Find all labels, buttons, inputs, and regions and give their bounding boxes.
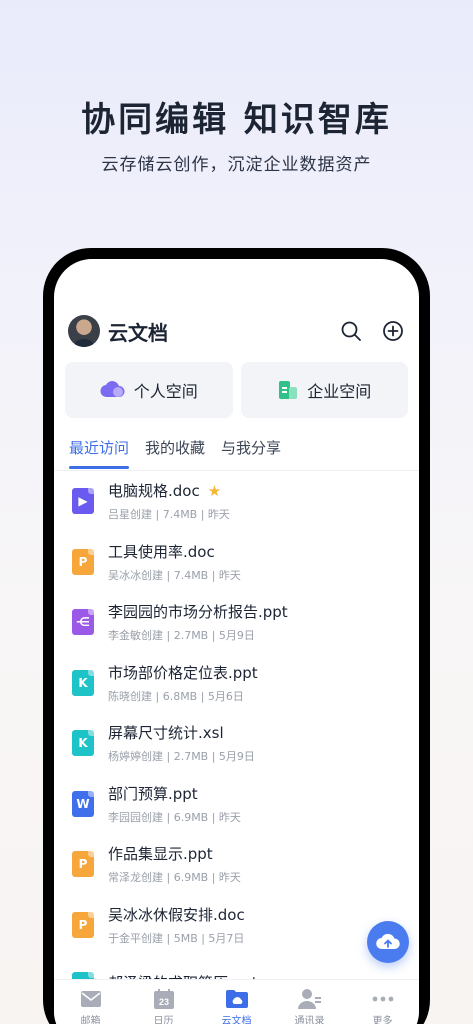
personal-space-button[interactable]: 个人空间 [65, 362, 233, 418]
nav-calendar[interactable]: 23 日历 [127, 980, 200, 1024]
file-name: 电脑规格.doc [108, 482, 200, 501]
calendar-icon: 23 [153, 988, 175, 1010]
list-item[interactable]: ▶ 电脑规格.doc ★ 吕星创建 | 7.4MB | 昨天 [54, 471, 419, 532]
building-icon [277, 379, 299, 401]
list-item[interactable]: ⋲ 李园园的市场分析报告.ppt 李金敏创建 | 2.7MB | 5月9日 [54, 592, 419, 653]
video-file-icon: ▶ [72, 488, 94, 515]
tab-recent[interactable]: 最近访问 [69, 437, 130, 469]
app-header: 云文档 [68, 315, 405, 347]
nav-mail[interactable]: 邮箱 [54, 980, 127, 1024]
list-item[interactable]: P 工具使用率.doc 吴冰冰创建 | 7.4MB | 昨天 [54, 532, 419, 593]
keynote-file-icon: K [72, 669, 94, 696]
file-meta: 吴冰冰创建 | 7.4MB | 昨天 [108, 568, 241, 582]
folder-cloud-icon [225, 988, 249, 1010]
ppt-file-icon: P [72, 851, 94, 878]
personal-space-label: 个人空间 [133, 382, 198, 401]
star-icon: ★ [207, 481, 222, 500]
mail-icon [80, 988, 102, 1010]
enterprise-space-label: 企业空间 [307, 382, 372, 401]
more-icon [372, 988, 394, 1010]
list-item[interactable]: K 市场部价格定位表.ppt 陈晓创建 | 6.8MB | 5月6日 [54, 653, 419, 714]
list-item[interactable]: P 作品集显示.ppt 常泽龙创建 | 6.9MB | 昨天 [54, 834, 419, 895]
file-list: ▶ 电脑规格.doc ★ 吕星创建 | 7.4MB | 昨天 P 工具使用率.do… [54, 471, 419, 1016]
ppt-file-icon: P [72, 911, 94, 938]
file-meta: 常泽龙创建 | 6.9MB | 昨天 [108, 871, 241, 885]
file-name: 工具使用率.doc [108, 542, 215, 561]
cloud-upload-icon [376, 933, 400, 950]
upload-button[interactable] [367, 921, 409, 963]
list-item[interactable]: P 吴冰冰休假安排.doc 于金平创建 | 5MB | 5月7日 [54, 895, 419, 956]
file-name: 作品集显示.ppt [108, 845, 213, 864]
nav-more[interactable]: 更多 [346, 980, 419, 1024]
app-screen: 云文档 个人空间 企业空间 最近访问 我的收藏 与我分享 ▶ 电脑规格.doc … [54, 259, 419, 1024]
file-meta: 吕星创建 | 7.4MB | 昨天 [108, 508, 230, 522]
list-item[interactable]: W 部门预算.ppt 李园园创建 | 6.9MB | 昨天 [54, 774, 419, 835]
hero-subtitle: 云存储云创作，沉淀企业数据资产 [101, 155, 372, 175]
file-name: 市场部价格定位表.ppt [108, 663, 258, 682]
cloud-icon [100, 380, 126, 400]
file-name: 屏幕尺寸统计.xsl [108, 724, 224, 743]
avatar[interactable] [68, 315, 100, 347]
calendar-date: 23 [158, 997, 168, 1007]
nav-cloud-docs[interactable]: 云文档 [200, 980, 273, 1024]
bottom-nav: 邮箱 23 日历 云文档 通讯录 更多 [54, 979, 419, 1024]
mindmap-file-icon: ⋲ [72, 609, 94, 636]
file-meta: 于金平创建 | 5MB | 5月7日 [108, 931, 245, 945]
file-meta: 陈晓创建 | 6.8MB | 5月6日 [108, 689, 244, 703]
contacts-icon [297, 988, 322, 1010]
file-meta: 李园园创建 | 6.9MB | 昨天 [108, 810, 241, 824]
phone-frame: 云文档 个人空间 企业空间 最近访问 我的收藏 与我分享 ▶ 电脑规格.doc … [43, 248, 430, 1024]
file-meta: 杨婷婷创建 | 2.7MB | 5月9日 [108, 750, 255, 764]
keynote-file-icon: K [72, 730, 94, 757]
add-icon[interactable] [381, 319, 405, 343]
space-row: 个人空间 企业空间 [65, 362, 408, 418]
file-name: 吴冰冰休假安排.doc [108, 905, 245, 924]
list-item[interactable]: K 屏幕尺寸统计.xsl 杨婷婷创建 | 2.7MB | 5月9日 [54, 713, 419, 774]
nav-contacts[interactable]: 通讯录 [273, 980, 346, 1024]
search-icon[interactable] [339, 319, 363, 343]
tab-shared-with-me[interactable]: 与我分享 [221, 437, 281, 467]
hero-title: 协同编辑 知识智库 [81, 100, 392, 140]
page-title: 云文档 [108, 320, 168, 345]
tab-favorites[interactable]: 我的收藏 [145, 437, 205, 467]
file-meta: 李金敏创建 | 2.7MB | 5月9日 [108, 629, 255, 643]
file-name: 部门预算.ppt [108, 784, 198, 803]
tab-bar: 最近访问 我的收藏 与我分享 [69, 437, 419, 469]
enterprise-space-button[interactable]: 企业空间 [240, 362, 408, 418]
ppt-file-icon: P [72, 548, 94, 575]
word-file-icon: W [72, 790, 94, 817]
file-name: 李园园的市场分析报告.ppt [108, 603, 288, 622]
